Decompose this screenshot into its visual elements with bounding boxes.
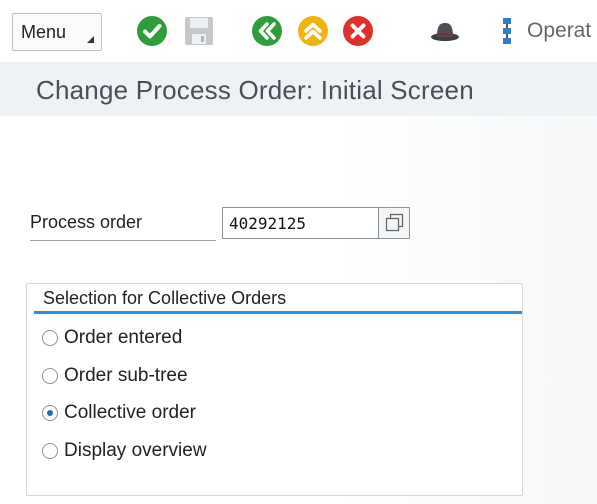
operations-button[interactable] [497,15,517,47]
radio-label: Order sub-tree [64,365,188,386]
menu-dropdown-corner-icon [87,36,94,43]
application-toolbar: Menu Operat [0,0,597,63]
hat-icon [431,23,459,41]
radio-label: Display overview [64,440,207,461]
close-circle-icon [343,16,373,46]
menu-button-label: Menu [21,22,67,42]
process-order-input[interactable]: 40292125 [222,207,380,239]
double-chevron-up-icon [298,16,328,46]
collective-orders-group: Selection for Collective Orders Order en… [26,283,523,496]
radio-label: Order entered [64,327,183,348]
double-chevron-left-icon [252,16,282,46]
radio-button[interactable] [42,368,58,384]
group-title-underline [34,311,522,314]
back-button[interactable] [251,15,283,47]
menu-button[interactable]: Menu [12,13,102,51]
exit-button[interactable] [297,15,329,47]
cancel-button[interactable] [342,15,374,47]
process-order-label: Process order [30,212,216,241]
floppy-save-icon [185,17,213,45]
operations-label[interactable]: Operat [527,19,591,43]
value-help-button[interactable] [378,207,410,239]
radio-label: Collective order [64,402,196,423]
radio-button-checked[interactable] [42,405,58,421]
radio-button[interactable] [42,443,58,459]
page-title: Change Process Order: Initial Screen [36,75,474,105]
enter-button[interactable] [136,15,168,47]
value-help-icon [385,213,404,232]
check-circle-icon [137,16,167,46]
operations-icon [503,18,511,44]
save-button[interactable] [183,15,215,47]
group-title: Selection for Collective Orders [43,288,287,308]
hat-button[interactable] [429,15,461,47]
radio-button[interactable] [42,330,58,346]
